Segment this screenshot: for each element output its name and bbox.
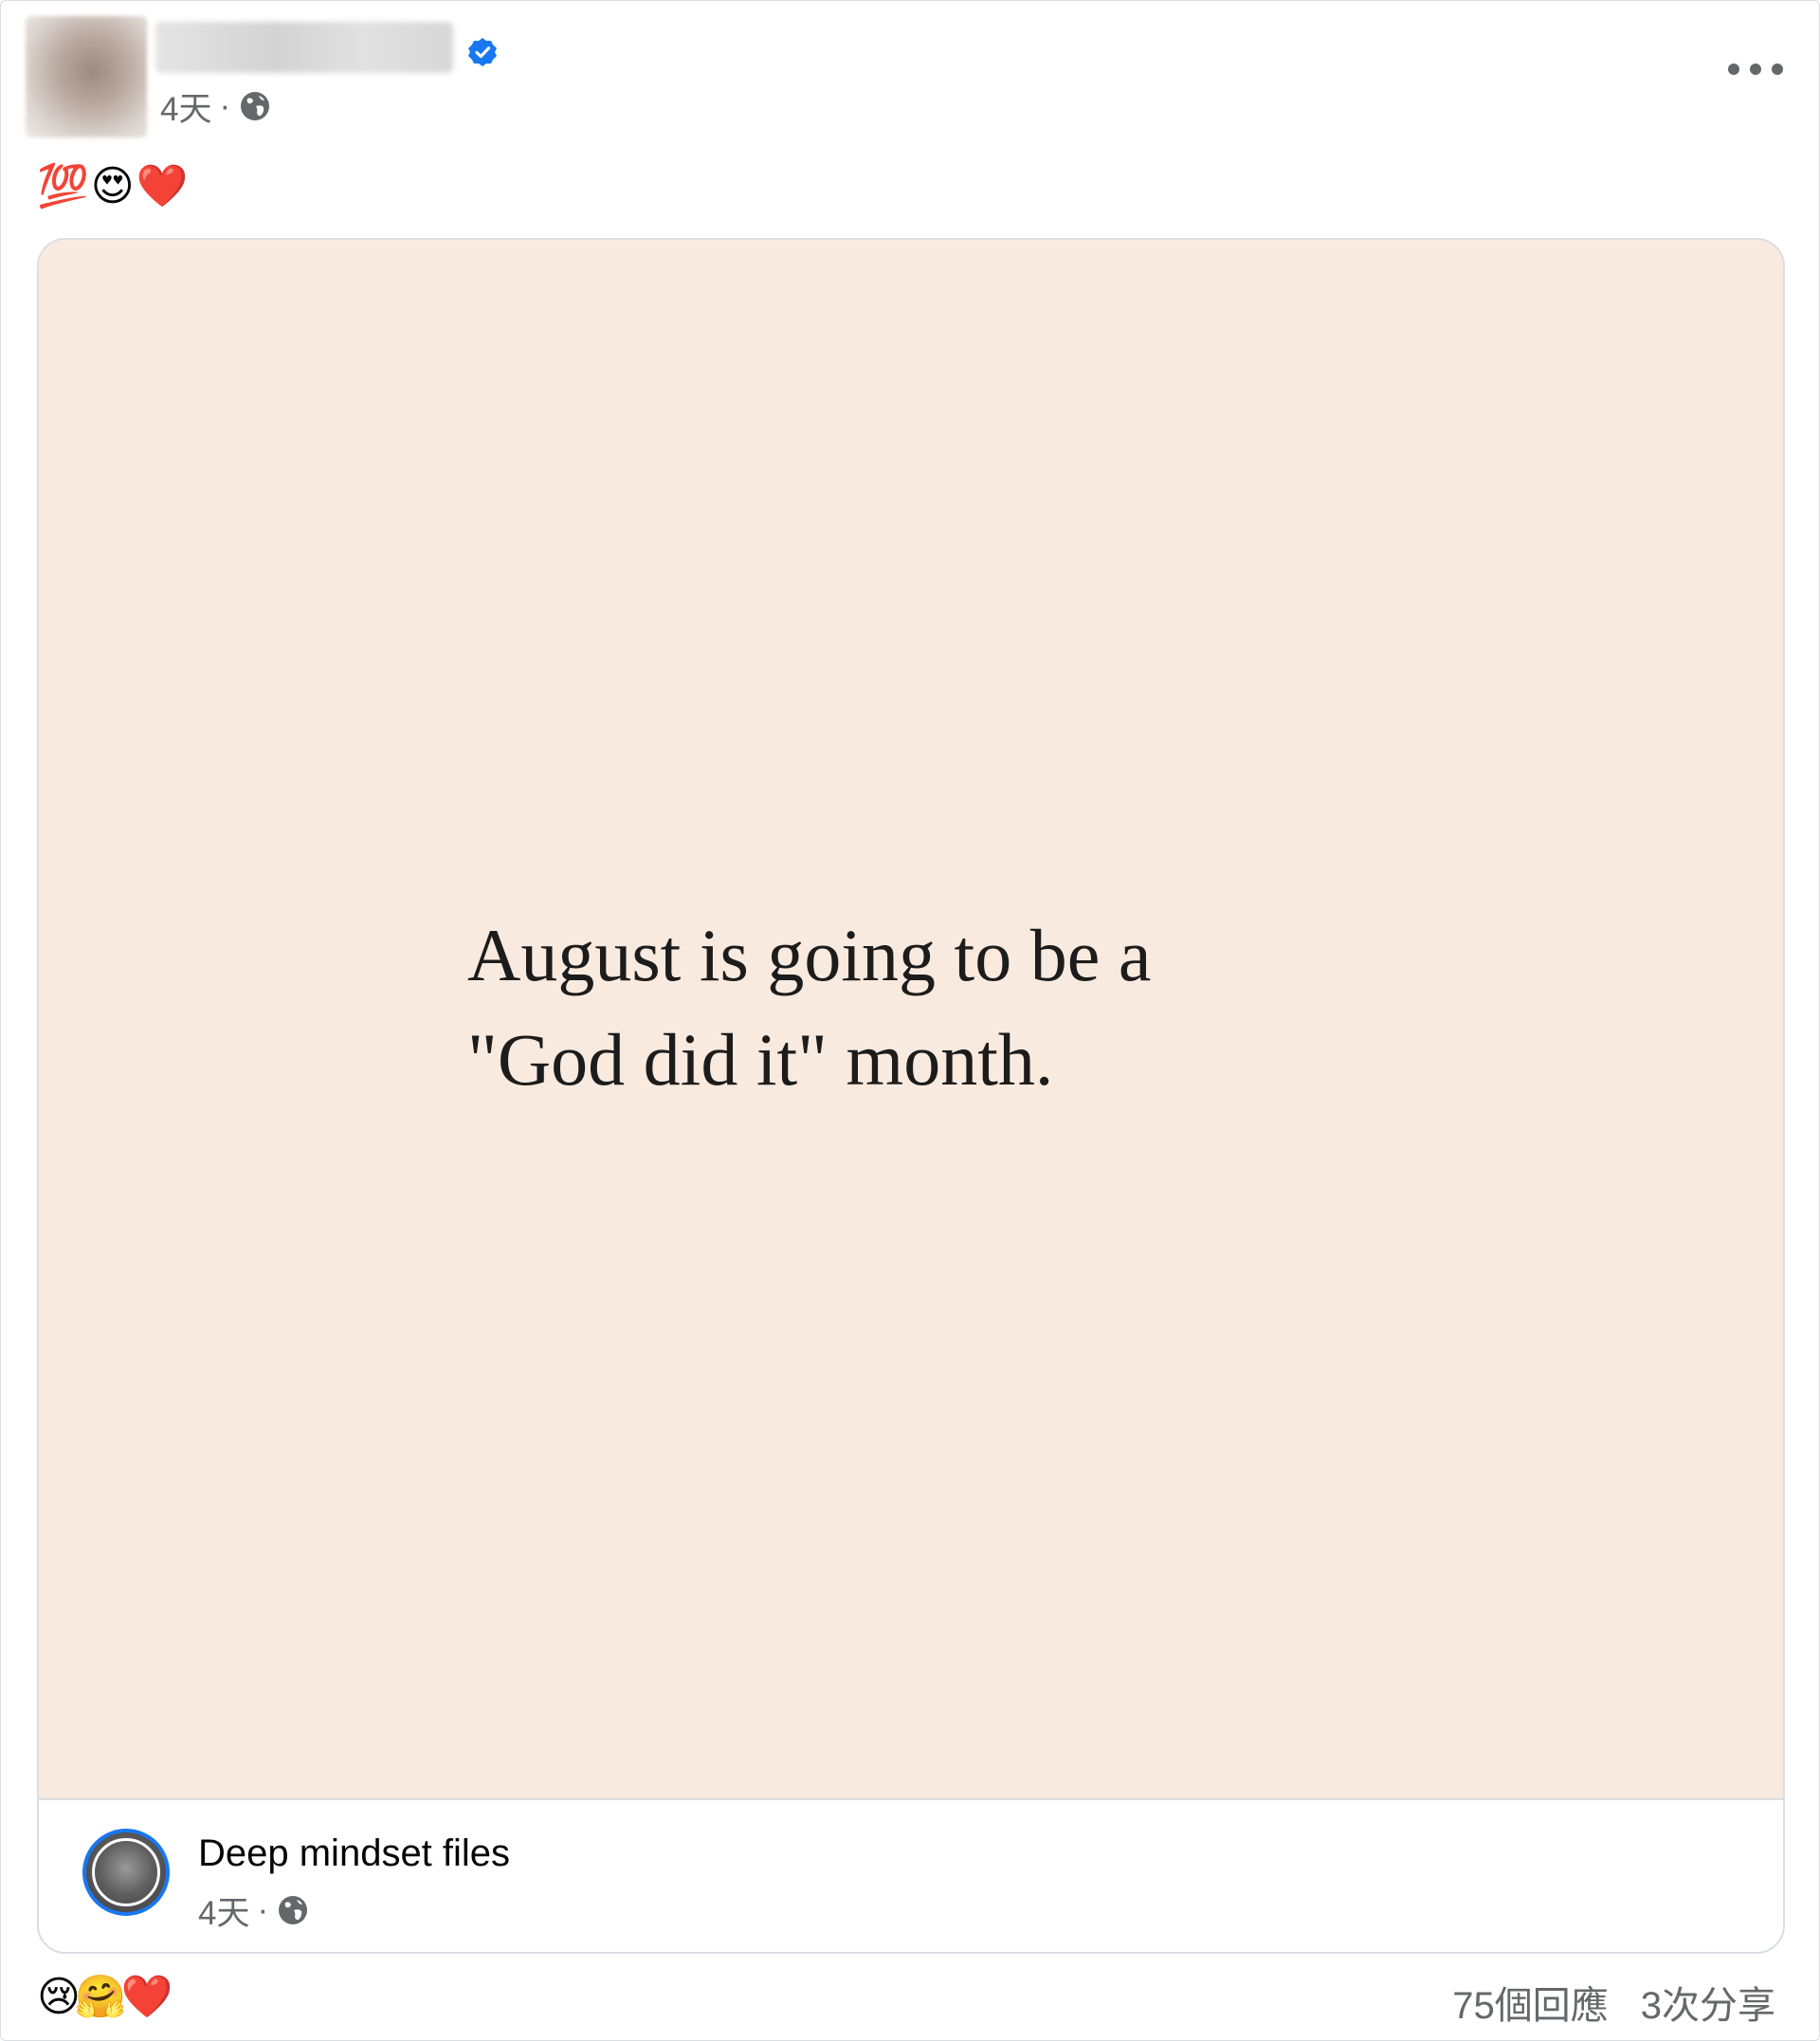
shares-count[interactable]: 3次分享	[1641, 1975, 1775, 2027]
dot	[1728, 64, 1739, 75]
post-timestamp[interactable]: 4天	[160, 82, 211, 131]
shared-post-footer: Deep mindset files 4天 ·	[39, 1798, 1783, 1952]
page-timestamp[interactable]: 4天	[198, 1886, 249, 1935]
engagement-counts: 75個回應 3次分享	[1452, 1975, 1775, 2027]
reactions-count[interactable]: 75個回應	[1452, 1975, 1609, 2027]
post-meta: 4天 ·	[160, 82, 272, 130]
reaction-icons[interactable]: 😢🤗❤️	[37, 1971, 173, 2024]
meta-separator: ·	[219, 87, 231, 124]
meta-separator: ·	[257, 1891, 269, 1928]
globe-icon	[241, 92, 270, 120]
quote-text: August is going to be a "God did it" mon…	[467, 903, 1415, 1112]
page-avatar[interactable]	[82, 1829, 170, 1916]
dot	[1750, 64, 1761, 75]
page-name[interactable]: Deep mindset files	[198, 1832, 510, 1875]
verified-badge-icon	[468, 38, 497, 66]
more-options-icon[interactable]	[1728, 58, 1783, 81]
globe-icon	[279, 1896, 308, 1924]
quote-line-1: August is going to be a	[467, 914, 1152, 996]
shared-post[interactable]: August is going to be a "God did it" mon…	[37, 238, 1785, 1954]
quote-image[interactable]: August is going to be a "God did it" mon…	[39, 240, 1783, 1798]
post-caption: 💯😍❤️	[37, 162, 191, 210]
dot	[1772, 64, 1783, 75]
page-meta: 4天 ·	[198, 1887, 310, 1933]
author-name-redacted[interactable]	[155, 22, 453, 73]
quote-line-2: "God did it" month.	[467, 1018, 1054, 1101]
post-card: 4天 · 💯😍❤️ August is going to be a "God d…	[0, 0, 1820, 2041]
author-avatar[interactable]	[26, 16, 147, 137]
